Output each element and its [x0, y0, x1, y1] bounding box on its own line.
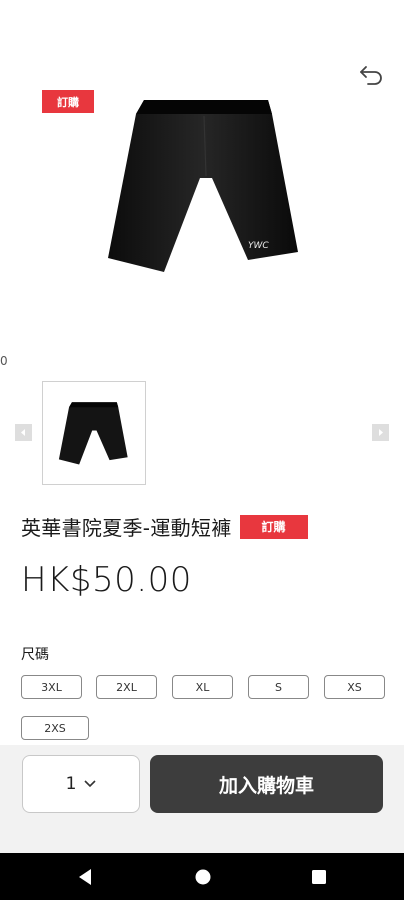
add-to-cart-button[interactable]: 加入購物車 [150, 755, 383, 813]
back-button[interactable] [356, 62, 386, 88]
chevron-left-icon [21, 429, 25, 436]
nav-home-button[interactable] [193, 867, 213, 887]
order-badge: 訂購 [239, 514, 308, 539]
size-label: 尺碼 [21, 647, 49, 663]
gallery-next-button[interactable] [372, 424, 389, 441]
order-badge: 訂購 [42, 90, 94, 113]
nav-home-icon [195, 869, 211, 885]
quantity-selector[interactable]: 1 [22, 755, 140, 813]
size-option-xs[interactable]: XS [324, 675, 385, 699]
back-icon [360, 66, 382, 85]
size-option-xl[interactable]: XL [172, 675, 233, 699]
product-title: 英華書院夏季-運動短褲 [21, 516, 232, 540]
size-option-2xs[interactable]: 2XS [21, 716, 89, 740]
nav-back-button[interactable] [75, 867, 95, 887]
size-option-s[interactable]: S [248, 675, 309, 699]
gallery-prev-button[interactable] [15, 424, 32, 441]
nav-back-icon [79, 869, 91, 885]
thumbnail-image [58, 402, 128, 465]
size-option-2xl[interactable]: 2XL [96, 675, 157, 699]
chevron-down-icon [84, 780, 96, 788]
quantity-value: 1 [65, 774, 77, 794]
product-price: HK$50.00 [21, 560, 192, 600]
size-option-3xl[interactable]: 3XL [21, 675, 82, 699]
product-image: YWC [108, 100, 298, 272]
nav-recents-button[interactable] [309, 867, 329, 887]
thumbnail[interactable] [42, 381, 146, 485]
system-nav-bar [0, 853, 404, 900]
gallery-index: 0 [0, 354, 8, 368]
product-title-row: 英華書院夏季-運動短褲 訂購 [21, 512, 308, 541]
nav-recents-icon [312, 870, 326, 884]
shorts-logo: YWC [248, 241, 269, 251]
chevron-right-icon [379, 429, 383, 436]
